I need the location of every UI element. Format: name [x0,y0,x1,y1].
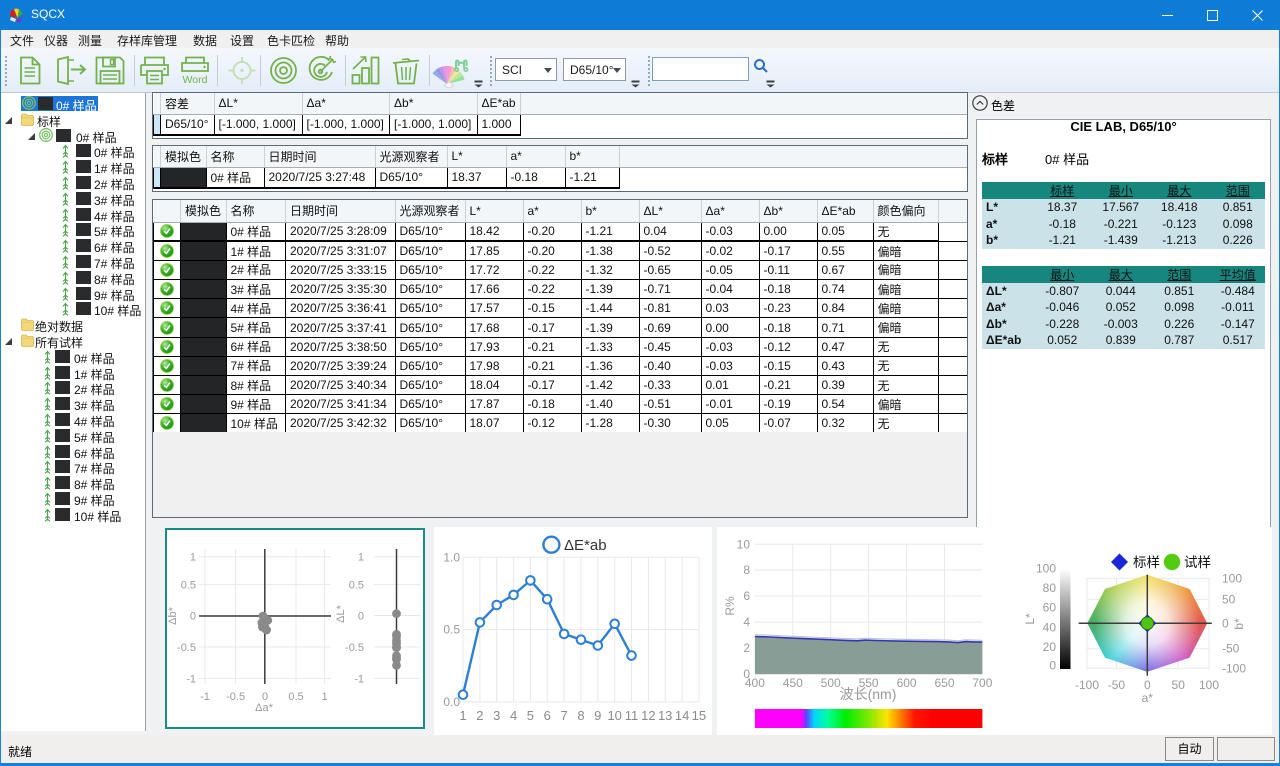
svg-text:8: 8 [743,563,750,577]
svg-text:6: 6 [544,708,551,723]
svg-text:80: 80 [1043,581,1057,595]
svg-text:b*: b* [1232,618,1246,630]
svg-text:试样: 试样 [1184,555,1211,570]
svg-text:-0.5: -0.5 [177,642,196,654]
svg-text:40: 40 [1043,620,1057,634]
svg-text:Δa*: Δa* [255,702,273,714]
svg-text:0: 0 [358,611,364,623]
svg-text:8: 8 [577,708,584,723]
svg-text:0.5: 0.5 [443,623,460,637]
svg-text:7: 7 [560,708,567,723]
svg-text:13: 13 [658,708,672,723]
svg-text:9: 9 [594,708,601,723]
svg-text:1: 1 [322,691,328,703]
svg-text:-1: -1 [200,691,210,703]
svg-text:450: 450 [783,676,803,690]
svg-text:L*: L* [1023,613,1037,625]
svg-text:600: 600 [897,676,917,690]
svg-text:1: 1 [459,708,466,723]
svg-text:-1: -1 [186,673,196,685]
svg-text:11: 11 [625,708,639,723]
svg-text:a*: a* [1142,691,1154,705]
svg-text:2: 2 [476,708,483,723]
svg-text:R%: R% [723,596,737,616]
svg-text:1.0: 1.0 [443,550,460,564]
svg-text:0.5: 0.5 [181,580,196,592]
svg-text:0: 0 [1049,658,1056,672]
svg-text:标样: 标样 [1133,555,1160,570]
svg-text:400: 400 [745,676,765,690]
svg-text:-1: -1 [354,673,364,685]
svg-text:20: 20 [1043,640,1057,654]
svg-text:1: 1 [190,552,196,564]
svg-text:500: 500 [821,676,841,690]
svg-text:650: 650 [934,676,954,690]
svg-text:6: 6 [743,589,750,603]
svg-text:10: 10 [737,537,751,551]
svg-text:ΔE*ab: ΔE*ab [564,537,607,554]
svg-text:ΔL*: ΔL* [335,604,347,622]
svg-text:0: 0 [190,611,196,623]
svg-text:0.5: 0.5 [349,580,364,592]
svg-text:10: 10 [607,708,621,723]
svg-text:波长(nm): 波长(nm) [840,686,897,702]
svg-text:12: 12 [641,708,655,723]
svg-text:Word: Word [183,74,208,85]
svg-text:4: 4 [743,615,750,629]
svg-text:0.0: 0.0 [443,695,460,709]
svg-text:2: 2 [743,641,750,655]
svg-text:4: 4 [510,708,517,723]
svg-text:1: 1 [358,552,364,564]
svg-text:14: 14 [675,708,689,723]
svg-text:-0.5: -0.5 [226,691,245,703]
svg-text:60: 60 [1043,601,1057,615]
svg-text:Δb*: Δb* [167,606,179,624]
svg-text:15: 15 [692,708,706,723]
svg-text:3: 3 [493,708,500,723]
svg-text:0.5: 0.5 [288,691,303,703]
svg-text:-0.5: -0.5 [345,642,364,654]
svg-text:700: 700 [972,676,992,690]
svg-text:100: 100 [1036,562,1056,576]
svg-text:5: 5 [527,708,534,723]
